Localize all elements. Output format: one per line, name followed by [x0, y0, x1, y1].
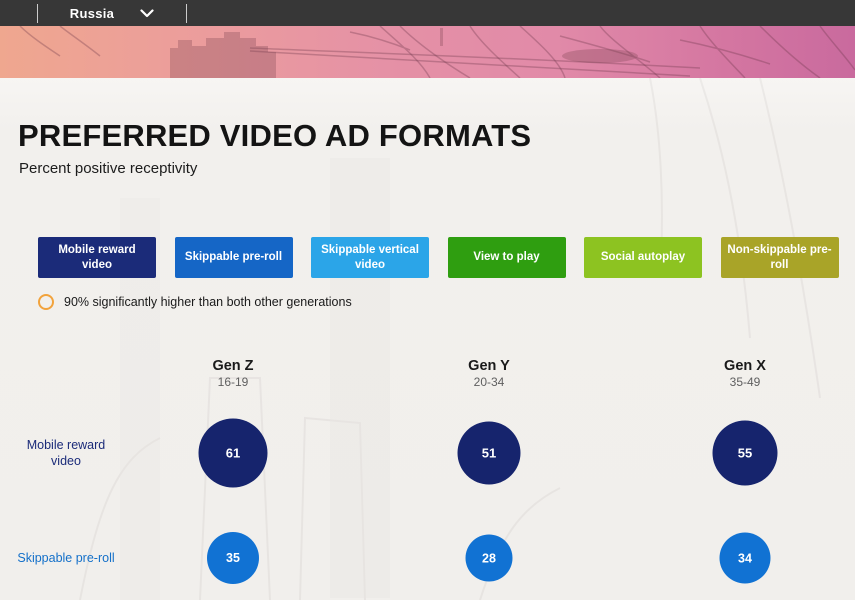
bubble-value: 55	[737, 445, 753, 461]
bubble-datapoint: 55	[712, 420, 778, 486]
bubble-datapoint: 61	[198, 418, 268, 488]
filter-button-skippable-vertical-video[interactable]: Skippable vertical video	[311, 237, 429, 278]
topbar-divider	[186, 4, 187, 23]
country-selector-value: Russia	[69, 5, 115, 21]
bubble-value: 34	[738, 551, 752, 565]
column-name: Gen Z	[212, 358, 254, 374]
filter-button-social-autoplay[interactable]: Social autoplay	[584, 237, 702, 278]
column-name: Gen Y	[468, 358, 510, 374]
filter-button-row: Mobile reward video Skippable pre-roll Ski…	[38, 237, 839, 278]
filter-button-non-skippable-pre-roll[interactable]: Non-skippable pre-roll	[720, 237, 839, 278]
page-title: PREFERRED VIDEO AD FORMATS	[18, 118, 532, 153]
bubble-value: 51	[481, 445, 497, 461]
column-age-range: 20-34	[473, 375, 505, 389]
row-label-skippable-pre-roll: Skippable pre-roll	[17, 550, 115, 565]
bubble-datapoint: 35	[207, 532, 259, 584]
filter-button-mobile-reward-video[interactable]: Mobile reward video	[38, 237, 156, 278]
filter-button-skippable-pre-roll[interactable]: Skippable pre-roll	[174, 237, 293, 278]
banner-silhouette	[19, 26, 855, 78]
column-age-range: 35-49	[729, 375, 761, 389]
content-area	[0, 78, 855, 600]
column-header-gen-z: Gen Z 16-19	[212, 358, 253, 389]
topbar: Russia	[0, 0, 855, 26]
bubble-datapoint: 34	[719, 532, 771, 584]
bubble-value: 35	[226, 551, 240, 565]
banner-image	[0, 26, 855, 78]
column-header-gen-x: Gen X 35-49	[724, 358, 766, 389]
bubble-datapoint: 51	[457, 421, 521, 485]
background-watermark	[79, 78, 821, 600]
column-name: Gen X	[724, 358, 766, 374]
bubble-value: 28	[482, 551, 496, 565]
page-subtitle: Percent positive receptivity	[19, 160, 198, 177]
bubble-value: 61	[225, 445, 241, 461]
country-selector[interactable]: Russia	[38, 0, 186, 26]
legend-text: 90% significantly higher than both other…	[64, 295, 352, 309]
column-header-gen-y: Gen Y 20-34	[468, 358, 510, 389]
chevron-down-icon	[140, 8, 154, 17]
significance-legend: 90% significantly higher than both other…	[38, 294, 352, 310]
filter-button-view-to-play[interactable]: View to play	[447, 237, 566, 278]
column-age-range: 16-19	[217, 375, 249, 389]
orange-circle-outline-icon	[38, 294, 54, 310]
bubble-datapoint: 28	[465, 534, 513, 582]
row-label-mobile-reward-video: Mobile reward video	[26, 437, 106, 468]
page: Russia PREFERRED VIDEO AD FORMATS Percen…	[0, 0, 855, 600]
